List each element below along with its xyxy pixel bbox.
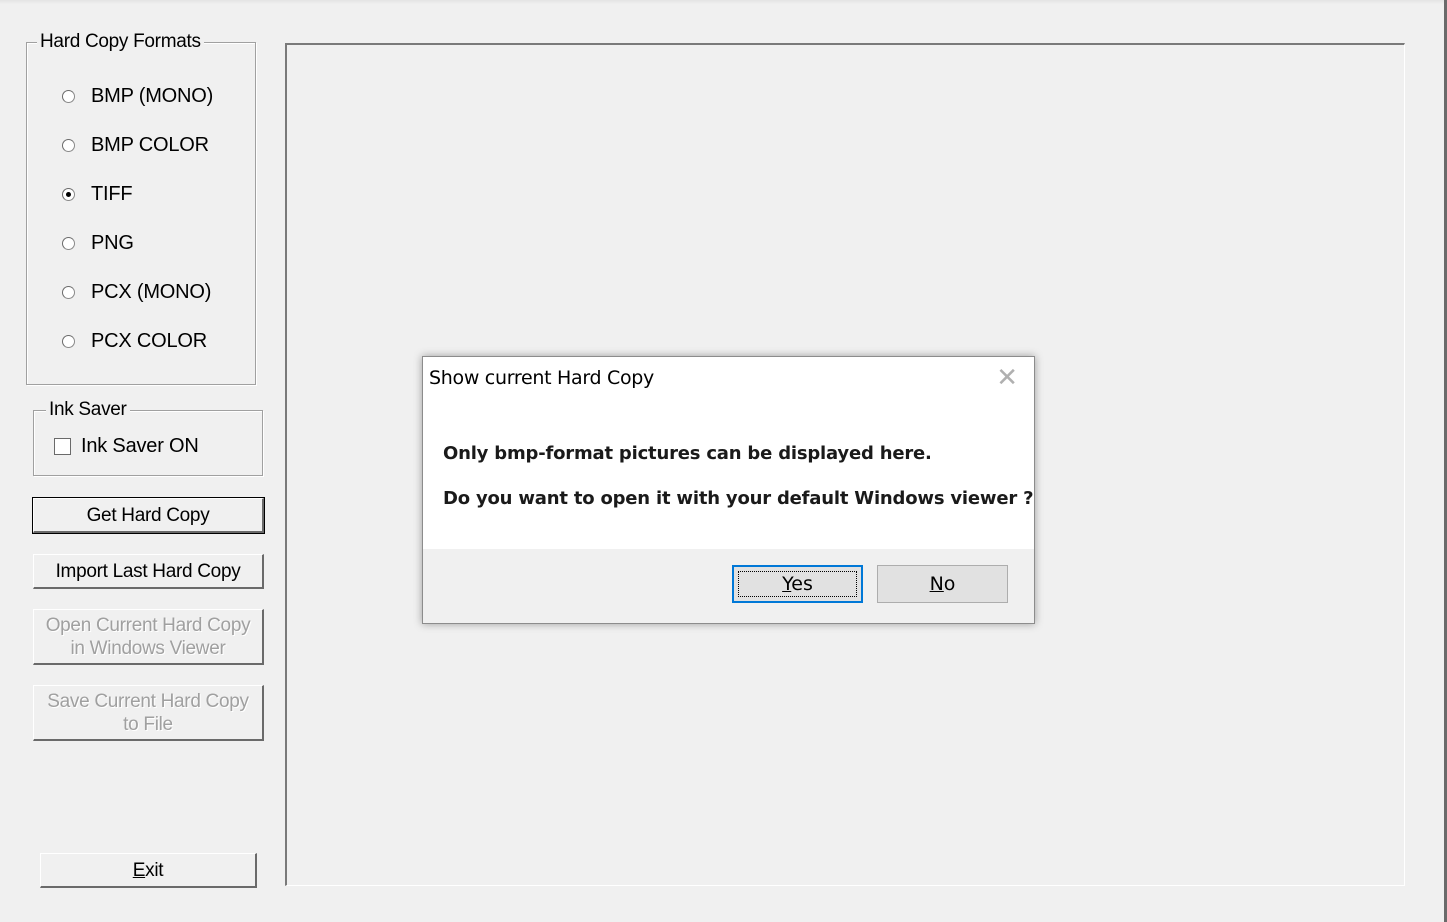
- get-hard-copy-button[interactable]: Get Hard Copy: [32, 497, 265, 534]
- radio-label: PCX (MONO): [91, 281, 212, 303]
- import-last-hard-copy-button[interactable]: Import Last Hard Copy: [33, 554, 264, 589]
- radio-label: PNG: [91, 232, 134, 254]
- radio-png[interactable]: PNG: [62, 232, 134, 255]
- yes-button[interactable]: Yes: [732, 565, 863, 603]
- exit-label: Exit: [132, 859, 164, 882]
- save-current-label-line2: to File: [123, 713, 173, 735]
- hard-copy-formats-group: Hard Copy Formats BMP (MONO) BMP COLOR T…: [26, 32, 256, 385]
- hard-copy-window: Hard Copy Formats BMP (MONO) BMP COLOR T…: [0, 0, 1447, 922]
- exit-button[interactable]: Exit: [40, 853, 257, 888]
- radio-bmp-mono[interactable]: BMP (MONO): [62, 85, 213, 108]
- close-icon[interactable]: ✕: [996, 363, 1018, 393]
- focus-rectangle: [738, 571, 857, 597]
- radio-label: BMP COLOR: [91, 134, 209, 156]
- radio-icon[interactable]: [62, 237, 75, 250]
- radio-bmp-color[interactable]: BMP COLOR: [62, 134, 209, 157]
- ink-saver-group: Ink Saver Ink Saver ON: [33, 400, 263, 476]
- exit-mnemonic: E: [132, 859, 146, 881]
- exit-label-rest: xit: [145, 859, 164, 881]
- radio-icon[interactable]: [62, 335, 75, 348]
- radio-label: TIFF: [91, 183, 133, 205]
- ink-saver-checkbox[interactable]: Ink Saver ON: [54, 435, 199, 458]
- open-current-label-line2: in Windows Viewer: [70, 637, 226, 659]
- ink-saver-label: Ink Saver ON: [81, 435, 199, 457]
- show-hard-copy-dialog: Show current Hard Copy ✕ Only bmp-format…: [422, 356, 1035, 624]
- radio-pcx-mono[interactable]: PCX (MONO): [62, 281, 211, 304]
- save-current-hard-copy-button[interactable]: Save Current Hard Copy to File: [33, 685, 264, 741]
- open-current-hard-copy-button[interactable]: Open Current Hard Copy in Windows Viewer: [33, 609, 264, 665]
- ink-saver-title: Ink Saver: [46, 400, 130, 420]
- save-current-label-line1: Save Current Hard Copy: [47, 690, 249, 712]
- no-mnemonic: N: [929, 573, 944, 595]
- no-label: No: [930, 573, 956, 595]
- no-button[interactable]: No: [877, 565, 1008, 603]
- radio-icon[interactable]: [62, 139, 75, 152]
- open-current-label-line1: Open Current Hard Copy: [45, 614, 251, 636]
- radio-label: PCX COLOR: [91, 330, 208, 352]
- radio-tiff[interactable]: TIFF: [62, 183, 133, 206]
- radio-pcx-color[interactable]: PCX COLOR: [62, 330, 207, 353]
- radio-icon[interactable]: [62, 286, 75, 299]
- window-top-edge: [0, 0, 1447, 4]
- get-hard-copy-label: Get Hard Copy: [86, 504, 210, 526]
- radio-icon[interactable]: [62, 90, 75, 103]
- radio-icon[interactable]: [62, 188, 75, 201]
- radio-label: BMP (MONO): [91, 85, 214, 107]
- no-label-rest: o: [943, 573, 956, 595]
- dialog-message-line2: Do you want to open it with your default…: [443, 488, 1034, 509]
- dialog-message-line1: Only bmp-format pictures can be displaye…: [443, 443, 932, 464]
- dialog-button-bar: Yes No: [423, 549, 1034, 623]
- import-last-label: Import Last Hard Copy: [55, 560, 241, 582]
- checkbox-icon[interactable]: [54, 438, 71, 455]
- dialog-title: Show current Hard Copy: [429, 367, 654, 389]
- hard-copy-formats-title: Hard Copy Formats: [37, 32, 204, 52]
